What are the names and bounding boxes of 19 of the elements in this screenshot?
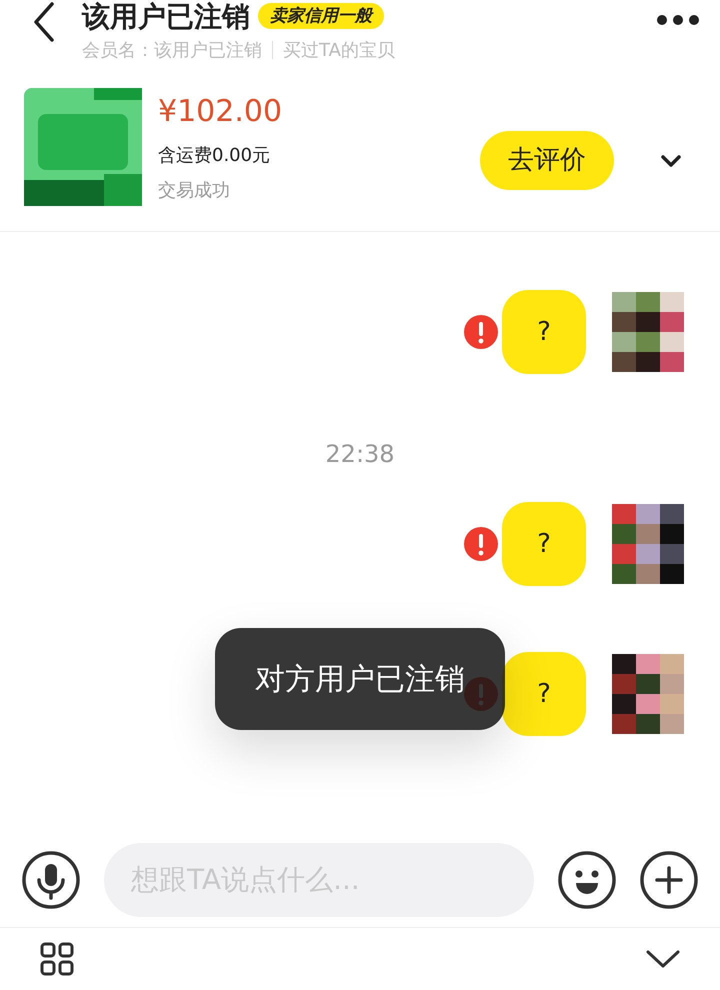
page-title: 该用户已注销 xyxy=(82,2,250,33)
order-status: 交易成功 xyxy=(158,179,231,203)
review-button[interactable]: 去评价 xyxy=(480,131,614,190)
chevron-down-icon[interactable] xyxy=(660,154,682,168)
price: ¥102.00 xyxy=(158,93,284,131)
chevron-down-icon[interactable] xyxy=(646,950,680,968)
shipping-fee: 含运费0.00元 xyxy=(158,144,272,168)
more-icon[interactable] xyxy=(656,14,700,26)
plus-icon[interactable] xyxy=(640,850,698,908)
grid-icon[interactable] xyxy=(40,942,74,976)
microphone-icon[interactable] xyxy=(22,850,80,908)
member-name: 会员名：该用户已注销 xyxy=(82,38,262,63)
message-bubble: ? xyxy=(502,290,586,374)
message-bubble: ? xyxy=(502,502,586,586)
emoji-icon[interactable] xyxy=(558,850,616,908)
toast-message: 对方用户已注销 xyxy=(215,628,505,730)
timestamp: 22:38 xyxy=(325,440,395,468)
credit-badge: 卖家信用一般 xyxy=(258,3,384,30)
message-bubble: ? xyxy=(502,652,586,736)
